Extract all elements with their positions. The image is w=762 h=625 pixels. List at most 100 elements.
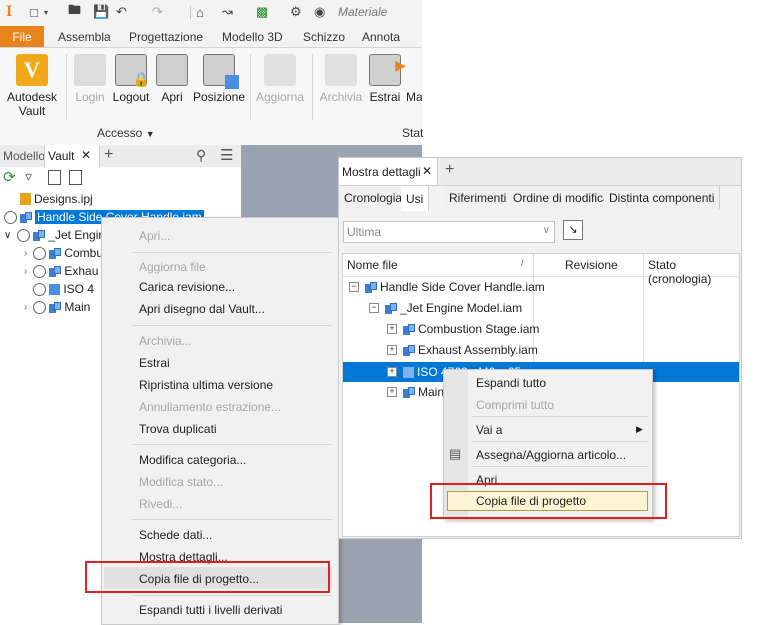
expand-icon[interactable]: + xyxy=(387,367,397,377)
update-button[interactable]: Aggiorna xyxy=(254,54,306,104)
save-icon[interactable]: 💾 xyxy=(93,4,109,20)
menu-item-collapse-all[interactable]: Comprimi tutto xyxy=(476,398,554,412)
menu-item-find-duplicates[interactable]: Trova duplicati xyxy=(139,422,217,436)
close-icon[interactable]: ✕ xyxy=(81,148,91,162)
collapse-icon[interactable]: › xyxy=(24,302,27,313)
menu-item-update-file[interactable]: Aggiorna file xyxy=(139,260,206,274)
group-label-access[interactable]: Accesso ▼ xyxy=(97,126,155,140)
assembly-icon xyxy=(403,323,415,335)
menu-item-restore-version[interactable]: Ripristina ultima versione xyxy=(139,378,273,392)
tab-file[interactable]: File xyxy=(0,26,44,47)
expand-icon[interactable]: ∨ xyxy=(4,230,11,241)
grid-row[interactable]: + Exhaust Assembly.iam xyxy=(387,341,538,359)
menu-item-datasheets[interactable]: Schede dati... xyxy=(139,528,212,542)
tab-schizzo[interactable]: Schizzo xyxy=(303,30,345,44)
open-icon xyxy=(156,54,188,86)
new-file-icon[interactable]: □ xyxy=(30,4,38,20)
tab-riferimenti[interactable]: Riferimenti xyxy=(444,186,513,209)
tree-item-main[interactable]: › Main xyxy=(24,298,90,316)
version-dropdown[interactable]: Ultima ∨ xyxy=(343,221,555,243)
logout-button[interactable]: 🔒 Logout xyxy=(110,54,152,104)
tab-assembla[interactable]: Assembla xyxy=(58,30,111,44)
menu-item-expand-all[interactable]: Espandi tutto xyxy=(476,376,546,390)
part-icon xyxy=(49,283,61,295)
submenu-arrow-icon: ▶ xyxy=(636,424,643,434)
open-button[interactable]: Apri xyxy=(156,54,188,104)
tab-usi[interactable]: Usi xyxy=(401,186,430,211)
tree-item-exhaust[interactable]: › Exhau xyxy=(24,262,98,280)
home-icon[interactable]: ⌂ xyxy=(196,4,204,20)
column-header-state[interactable]: Stato (cronologia) xyxy=(648,258,739,286)
material-field[interactable]: Materiale xyxy=(338,5,387,19)
autodesk-vault-button[interactable]: V Autodesk Vault xyxy=(4,54,60,118)
part-color-icon[interactable]: ▩ xyxy=(256,4,268,20)
collapse-icon[interactable]: − xyxy=(349,282,359,292)
check-out-icon: ▶ xyxy=(369,54,406,86)
menu-item-undo-checkout[interactable]: Annullamento estrazione... xyxy=(139,400,281,414)
tab-modello-3d[interactable]: Modello 3D xyxy=(222,30,283,44)
menu-item-check-out[interactable]: Estrai xyxy=(139,356,170,370)
tree-item-project[interactable]: Designs.ipj xyxy=(4,190,93,208)
tree-item-jet-engine[interactable]: ∨ _Jet Engin xyxy=(4,226,105,244)
menu-icon[interactable]: ☰ xyxy=(220,146,233,164)
menu-item-change-category[interactable]: Modifica categoria... xyxy=(139,453,246,467)
position-button[interactable]: Posizione xyxy=(192,54,246,104)
browser-tab-bar: Modello Vault ✕ + ⚲ ☰ xyxy=(0,145,241,168)
expand-icon[interactable]: + xyxy=(387,324,397,334)
menu-item-load-revision[interactable]: Carica revisione... xyxy=(139,280,235,294)
settings-icon[interactable]: ⚙ xyxy=(290,4,302,20)
menu-item-open-drawing[interactable]: Apri disegno dal Vault... xyxy=(139,302,265,316)
appearance-icon[interactable]: ◉ xyxy=(314,4,325,20)
grid-row[interactable]: + Main xyxy=(387,383,444,401)
menu-item-change-state[interactable]: Modifica stato... xyxy=(139,475,223,489)
tree-item-iso[interactable]: ›ISO 4 xyxy=(24,280,94,298)
tab-vault[interactable]: Vault ✕ xyxy=(44,145,100,167)
grid-row[interactable]: + Combustion Stage.iam xyxy=(387,320,539,338)
assembly-icon xyxy=(49,265,62,277)
open-folder-icon[interactable]: 🖿 xyxy=(68,2,81,20)
search-icon[interactable]: ⚲ xyxy=(196,147,206,164)
collapse-icon[interactable]: › xyxy=(24,266,27,277)
expand-icon[interactable]: + xyxy=(387,345,397,355)
tree-item-combustion[interactable]: › Combus xyxy=(24,244,109,262)
redo-icon[interactable]: ↷ xyxy=(152,4,163,20)
details-tab[interactable]: Mostra dettagli ✕ xyxy=(339,158,438,185)
undo-icon[interactable]: ↶ xyxy=(116,4,127,20)
document-arrow-icon[interactable] xyxy=(69,170,82,185)
tab-progettazione[interactable]: Progettazione xyxy=(129,30,203,44)
app-logo[interactable]: I xyxy=(6,3,12,21)
tab-distinta-componenti[interactable]: Distinta componenti xyxy=(604,186,721,209)
login-button[interactable]: Login xyxy=(72,54,108,104)
column-header-revision[interactable]: Revisione xyxy=(565,258,618,272)
menu-item-go-to[interactable]: Vai a xyxy=(476,423,502,437)
add-tab-icon[interactable]: + xyxy=(445,161,454,179)
grid-row[interactable]: − Handle Side Cover Handle.iam xyxy=(349,278,545,296)
menu-item-revise[interactable]: Rivedi... xyxy=(139,497,182,511)
close-icon[interactable]: ✕ xyxy=(422,164,432,178)
tab-cronologia[interactable]: Cronologia xyxy=(339,186,409,209)
new-dropdown-icon[interactable]: ▾ xyxy=(44,4,48,20)
check-in-icon xyxy=(325,54,357,86)
check-in-button[interactable]: Archivia xyxy=(318,54,364,104)
menu-item-expand-derived[interactable]: Espandi tutti i livelli derivati xyxy=(139,603,282,617)
add-tab-icon[interactable]: + xyxy=(104,146,113,164)
refresh-icon[interactable]: ⟳ xyxy=(3,168,16,186)
tab-annota[interactable]: Annota xyxy=(362,30,400,44)
go-to-icon[interactable]: ↘ xyxy=(563,220,583,240)
grid-row[interactable]: − _Jet Engine Model.iam xyxy=(369,299,522,317)
menu-item-check-in[interactable]: Archivia... xyxy=(139,334,192,348)
tab-modello[interactable]: Modello xyxy=(3,149,45,163)
more-button[interactable]: Ma xyxy=(406,54,422,104)
expand-icon[interactable]: + xyxy=(387,387,397,397)
column-header-name[interactable]: Nome file xyxy=(347,258,398,272)
check-out-button[interactable]: ▶ Estrai xyxy=(368,54,406,104)
collapse-icon[interactable]: − xyxy=(369,303,379,313)
menu-item-assign-update[interactable]: Assegna/Aggiorna articolo... xyxy=(476,448,626,462)
collapse-icon[interactable]: › xyxy=(24,248,27,259)
measure-icon[interactable]: ↝ xyxy=(222,4,233,20)
menu-item-open[interactable]: Apri... xyxy=(139,229,170,243)
document-icon[interactable] xyxy=(48,170,61,185)
filter-icon[interactable]: ▿ xyxy=(25,168,32,185)
tab-ordine-modifica[interactable]: Ordine di modifica xyxy=(508,186,616,209)
project-file-icon xyxy=(20,193,31,205)
